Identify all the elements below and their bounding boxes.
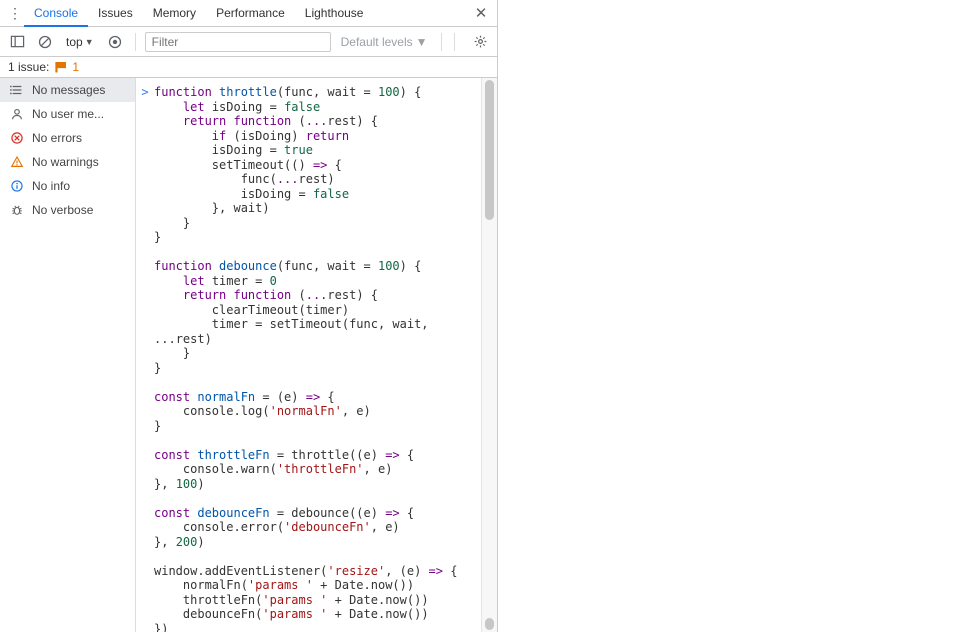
- message-sidebar: No messages No user me... No errors No w…: [0, 78, 136, 632]
- tabs-row: ⋮ Console Issues Memory Performance Ligh…: [0, 0, 497, 27]
- separator: [135, 33, 136, 51]
- more-icon[interactable]: ⋮: [6, 5, 24, 22]
- devtools-panel: ⋮ Console Issues Memory Performance Ligh…: [0, 0, 498, 632]
- bug-icon: [9, 203, 24, 218]
- console-toolbar: top ▼ Default levels ▼: [0, 27, 497, 57]
- sidebar-item-label: No messages: [32, 83, 105, 97]
- context-selector[interactable]: top ▼: [62, 35, 98, 49]
- context-label: top: [66, 35, 83, 49]
- sidebar-item-warnings[interactable]: No warnings: [0, 150, 135, 174]
- settings-gear-icon[interactable]: [469, 31, 491, 53]
- tab-lighthouse[interactable]: Lighthouse: [295, 0, 374, 27]
- tab-memory[interactable]: Memory: [143, 0, 206, 27]
- sidebar-item-errors[interactable]: No errors: [0, 126, 135, 150]
- list-icon: [9, 83, 24, 98]
- levels-label: Default levels: [341, 35, 413, 49]
- sidebar-item-label: No warnings: [32, 155, 99, 169]
- tab-performance[interactable]: Performance: [206, 0, 295, 27]
- console-body: No messages No user me... No errors No w…: [0, 78, 497, 632]
- info-icon: [9, 179, 24, 194]
- warning-icon: [9, 155, 24, 170]
- sidebar-item-messages[interactable]: No messages: [0, 78, 135, 102]
- tab-console[interactable]: Console: [24, 0, 88, 27]
- clear-console-icon[interactable]: [34, 31, 56, 53]
- scrollbar-arrow-down[interactable]: [485, 618, 494, 630]
- separator: [454, 33, 455, 51]
- scrollbar-thumb[interactable]: [485, 80, 494, 220]
- prompt-icon: >: [136, 78, 154, 632]
- close-icon[interactable]: ✕: [471, 3, 491, 23]
- sidebar-item-label: No verbose: [32, 203, 93, 217]
- sidebar-item-label: No user me...: [32, 107, 104, 121]
- flag-icon: [55, 62, 66, 73]
- sidebar-item-verbose[interactable]: No verbose: [0, 198, 135, 222]
- error-icon: [9, 131, 24, 146]
- chevron-down-icon: ▼: [416, 35, 428, 49]
- sidebar-item-user[interactable]: No user me...: [0, 102, 135, 126]
- separator: [441, 33, 442, 51]
- sidebar-item-info[interactable]: No info: [0, 174, 135, 198]
- issues-label: 1 issue:: [8, 60, 49, 74]
- log-levels-selector[interactable]: Default levels ▼: [337, 35, 432, 49]
- issues-count: 1: [72, 60, 79, 74]
- tab-issues[interactable]: Issues: [88, 0, 143, 27]
- filter-input[interactable]: [145, 32, 331, 52]
- code-content[interactable]: function throttle(func, wait = 100) { le…: [154, 78, 481, 632]
- toggle-sidebar-icon[interactable]: [6, 31, 28, 53]
- live-expression-icon[interactable]: [104, 31, 126, 53]
- chevron-down-icon: ▼: [85, 37, 94, 47]
- issues-bar[interactable]: 1 issue: 1: [0, 57, 497, 78]
- user-icon: [9, 107, 24, 122]
- console-input-area[interactable]: > function throttle(func, wait = 100) { …: [136, 78, 497, 632]
- sidebar-item-label: No info: [32, 179, 70, 193]
- scrollbar[interactable]: [481, 78, 497, 632]
- sidebar-item-label: No errors: [32, 131, 82, 145]
